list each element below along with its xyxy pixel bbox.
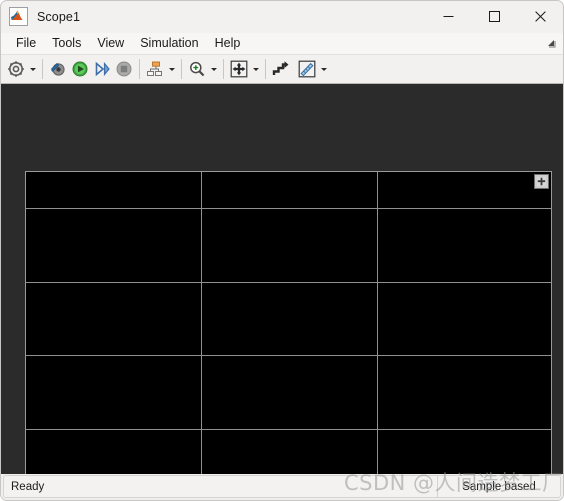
zoom-in-button[interactable] bbox=[186, 58, 208, 80]
status-bar: Ready Sample based bbox=[1, 474, 563, 500]
layout-button[interactable] bbox=[144, 58, 166, 80]
configuration-properties-button[interactable] bbox=[5, 58, 27, 80]
menu-overflow-arrow-icon[interactable] bbox=[546, 37, 558, 49]
toolbar-separator bbox=[265, 59, 266, 79]
measurements-dropdown[interactable] bbox=[318, 58, 329, 80]
configuration-properties-dropdown[interactable] bbox=[27, 58, 38, 80]
toolbar-separator bbox=[181, 59, 182, 79]
window-title: Scope1 bbox=[37, 9, 80, 24]
print-button[interactable] bbox=[47, 58, 69, 80]
stop-button[interactable] bbox=[113, 58, 135, 80]
zoom-in-dropdown[interactable] bbox=[208, 58, 219, 80]
maximize-button[interactable] bbox=[471, 1, 517, 32]
cursor-measurements-button[interactable] bbox=[270, 58, 292, 80]
plot-frame[interactable] bbox=[25, 171, 552, 474]
scope-display[interactable]: 1 0.5 0 -0.5 -1 0 bbox=[1, 84, 563, 474]
scope-window: Scope1 File Tools View Simulation Help R… bbox=[0, 0, 564, 501]
status-message: Ready bbox=[3, 475, 438, 498]
step-forward-button[interactable] bbox=[91, 58, 113, 80]
menu-item-simulation[interactable]: Simulation bbox=[132, 33, 206, 54]
menu-item-tools[interactable]: Tools bbox=[44, 33, 89, 54]
toolbar bbox=[1, 55, 563, 84]
layout-dropdown[interactable] bbox=[166, 58, 177, 80]
autoscale-button[interactable] bbox=[228, 58, 250, 80]
signal-trace bbox=[26, 172, 551, 474]
toolbar-separator bbox=[139, 59, 140, 79]
toolbar-separator bbox=[42, 59, 43, 79]
toolbar-separator bbox=[223, 59, 224, 79]
matlab-membrane-icon bbox=[9, 7, 28, 26]
autoscale-dropdown[interactable] bbox=[250, 58, 261, 80]
measurements-button[interactable] bbox=[296, 58, 318, 80]
minimize-button[interactable] bbox=[425, 1, 471, 32]
run-button[interactable] bbox=[69, 58, 91, 80]
close-button[interactable] bbox=[517, 1, 563, 32]
menu-item-view[interactable]: View bbox=[89, 33, 132, 54]
title-bar: Scope1 bbox=[1, 1, 563, 33]
menu-item-help[interactable]: Help bbox=[207, 33, 249, 54]
window-controls bbox=[425, 1, 563, 32]
status-sample-mode: Sample based bbox=[438, 475, 561, 498]
legend-toggle-icon[interactable] bbox=[534, 174, 549, 189]
menu-item-file[interactable]: File bbox=[8, 33, 44, 54]
menu-bar: File Tools View Simulation Help bbox=[1, 33, 563, 55]
